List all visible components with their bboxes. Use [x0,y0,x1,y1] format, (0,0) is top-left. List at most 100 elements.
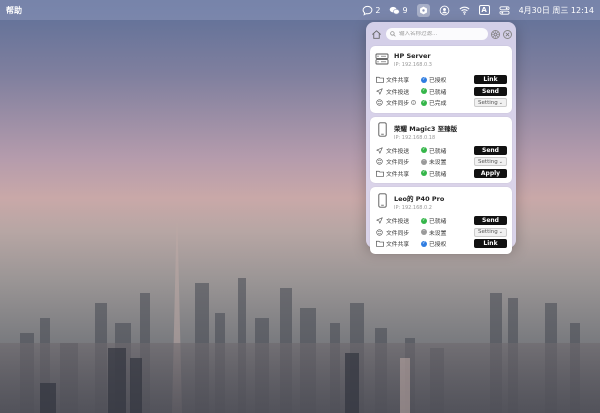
service-row: 文件同步 – 未设置 Setting ⌄ [375,227,507,239]
status-green-icon: ✓ [421,147,427,154]
link-button[interactable]: Link [474,75,507,85]
status-indicator: ✓ 已授权 [421,75,474,84]
status-indicator: ✓ 已就绪 [421,146,474,155]
device-ip: IP: 192.168.0.3 [394,62,432,68]
service-name: 文件同步 [386,101,410,108]
sync-icon [375,99,384,106]
link-button[interactable]: Link [474,239,507,249]
menubar-clock[interactable]: 4月30日 周三 12:14 [519,5,594,16]
chevron-down-icon: ⌄ [498,229,503,236]
device-card[interactable]: Leo的 P40 Pro IP: 192.168.0.2 文件投送 ✓ 已就绪 Send 文… [370,187,512,254]
chat-status-item[interactable]: 2 [362,5,380,16]
sync-icon [375,158,384,165]
service-label: 文件共享 [375,75,421,84]
home-button[interactable] [370,28,383,41]
wifi-icon [459,6,470,15]
menu-help[interactable]: 帮助 [6,5,22,16]
panel-toolbar [370,26,512,42]
status-indicator: ✓ 已完成 [421,98,474,107]
input-method-icon: A [478,5,490,15]
status-text: 已就绪 [429,219,447,226]
sync-icon [375,229,384,236]
dropdown-value: Setting [478,229,498,236]
chevron-down-icon: ⌄ [498,99,503,106]
setting-dropdown[interactable]: Setting ⌄ [474,227,507,237]
status-gray-icon: – [421,158,427,165]
status-indicator: ✓ 已授权 [421,239,474,248]
service-row: 文件投送 ✓ 已就绪 Send [375,215,507,227]
status-indicator: – 未设置 [421,228,474,237]
status-blue-icon: ✓ [421,240,427,247]
send-button[interactable]: Send [474,216,507,226]
phone-icon [375,191,389,209]
status-gray-icon: – [421,229,427,236]
status-text: 已完成 [429,101,447,108]
device-ip: IP: 192.168.0.18 [394,134,436,141]
send-icon [375,147,384,154]
settings-button[interactable] [491,29,500,39]
device-header: Leo的 P40 Pro IP: 192.168.0.2 [375,191,507,215]
status-text: 已就绪 [429,148,447,155]
send-button[interactable]: Send [474,145,507,155]
chat-count: 2 [375,5,381,15]
send-icon [375,217,384,224]
status-text: 已就绪 [429,89,447,96]
service-label: 文件共享 [375,239,421,248]
close-button[interactable] [503,29,512,39]
device-header: 荣耀 Magic3 至臻版 IP: 192.168.0.18 [375,121,507,145]
status-indicator: ✓ 已就绪 [421,216,474,225]
info-icon[interactable]: i [411,100,417,106]
service-row: 文件共享 ✓ 已授权 Link [375,238,507,250]
status-blue-icon: ✓ [421,76,427,83]
wechat-status-item[interactable]: 9 [389,5,408,16]
dropdown-value: Setting [478,158,498,165]
service-label: 文件同步 [375,157,421,166]
send-button[interactable]: Send [474,86,507,96]
service-name: 文件共享 [386,242,410,249]
status-text: 已授权 [429,242,447,249]
device-card[interactable]: 荣耀 Magic3 至臻版 IP: 192.168.0.18 文件投送 ✓ 已就绪 Sen… [370,116,512,183]
service-name: 文件同步 [386,230,410,237]
service-label: 文件投送 [375,146,421,155]
send-icon [375,88,384,95]
setting-dropdown[interactable]: Setting ⌄ [474,98,507,108]
wifi-status-item[interactable] [459,5,470,16]
wechat-icon [390,6,401,14]
device-ip: IP: 192.168.0.2 [394,205,432,211]
control-center-item[interactable] [499,5,510,16]
user-circle-icon [439,5,449,15]
user-status-item[interactable] [439,5,450,16]
service-label: 文件同步 i [375,98,421,107]
status-text: 未设置 [429,160,447,167]
search-field[interactable] [386,28,488,40]
chat-bubble-icon [362,5,373,16]
service-name: 文件投送 [386,89,410,96]
status-text: 未设置 [429,230,447,237]
setting-dropdown[interactable]: Setting ⌄ [474,157,507,167]
server-icon [375,50,389,68]
app-status-item[interactable] [416,3,430,17]
device-card[interactable]: HP Server IP: 192.168.0.3 文件共享 ✓ 已授权 Link 文件投送… [370,46,512,113]
folder-icon [375,76,384,83]
status-green-icon: ✓ [421,170,427,177]
service-row: 文件投送 ✓ 已就绪 Send [375,86,507,98]
folder-icon [375,170,384,177]
phone-icon [375,121,389,139]
status-text: 已授权 [429,78,447,85]
search-input[interactable] [399,31,479,37]
service-name: 文件同步 [386,160,410,167]
service-label: 文件共享 [375,169,421,178]
device-info: HP Server IP: 192.168.0.3 [394,50,432,68]
search-icon [390,31,396,37]
status-indicator: – 未设置 [421,157,474,166]
service-row: 文件共享 ✓ 已就绪 Apply [375,168,507,180]
device-panel: HP ServerIP: 192.168.0.3文件共享✓已授权Link文件投送… [366,22,516,254]
status-green-icon: ✓ [421,99,427,106]
apply-button[interactable]: Apply [474,168,507,178]
hexagon-app-icon [419,6,427,14]
service-label: 文件投送 [375,216,421,225]
device-name: Leo的 P40 Pro [394,195,445,203]
input-method-item[interactable]: A [478,5,490,15]
service-row: 文件同步 i ✓ 已完成 Setting ⌄ [375,97,507,109]
service-row: 文件投送 ✓ 已就绪 Send [375,145,507,157]
